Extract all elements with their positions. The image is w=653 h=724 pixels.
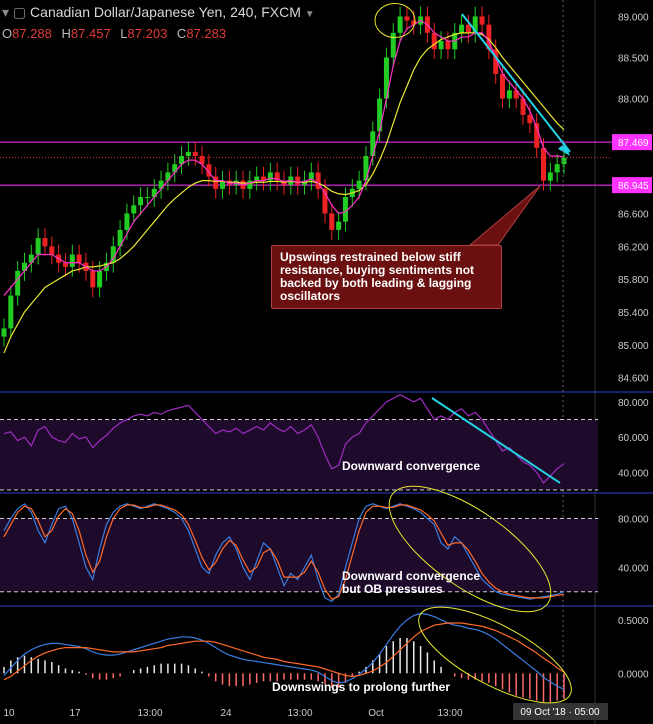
candle-body [356,180,362,189]
candle-body [363,156,369,181]
y-tick-label: 60.000 [618,433,649,444]
candle-body [370,131,376,156]
y-tick-label: 80.000 [618,514,649,525]
candle-body [506,90,512,99]
candle-body [97,270,103,288]
open-label: O [2,26,13,41]
candle-body [90,270,96,288]
stoch-annotation: Downward convergence but OB pressures [342,569,481,596]
y-tick-label: 85.400 [618,308,649,319]
price-chart-svg[interactable]: 89.000 88.500 88.000 87.469 86.945 86.600 86.2… [0,0,653,724]
y-tick-label: 85.000 [618,341,649,352]
candle-body [124,213,130,230]
candle-body [62,262,68,267]
low-value: 87.203 [127,26,168,41]
x-tick-label: 24 [220,708,232,719]
y-tick-label: 84.600 [618,374,649,385]
y-tick-label: 89.000 [618,12,649,23]
candle-body [8,295,14,329]
x-tick-label: 13:00 [437,708,462,719]
callout-pointer [468,185,541,246]
chart-title: ▾ ▢ Canadian Dollar/Japanese Yen, 240, F… [2,4,315,21]
open-value: 87.288 [12,26,52,41]
candle-body [185,151,191,156]
y-tick-label: 86.200 [618,242,649,253]
downtrend-arrow [461,13,571,153]
candle-body [42,238,48,247]
candle-body [254,176,260,181]
candle-body [554,164,560,173]
candle-body [15,270,21,296]
candle-body [144,197,150,199]
x-tick-label: Oct [368,708,384,719]
ohlc-readout: O87.288 H87.457 L87.203 C87.283 [2,26,232,41]
close-label: C [176,26,187,41]
x-tick-label: 13:00 [137,708,162,719]
low-label: L [120,26,128,41]
candle-body [431,32,437,50]
candle-body [390,32,396,58]
candle-body [35,238,41,255]
close-value: 87.283 [186,26,227,41]
x-tick-label: 17 [69,708,81,719]
resistance-annotation: Upswings restrained below stiff resistan… [271,245,502,309]
rsi-annotation: Downward convergence [342,459,481,473]
price-level-label: 87.469 [618,138,649,149]
candle-body [561,157,567,165]
candle-body [336,221,342,230]
candle-body [397,16,403,33]
stoch-band [0,518,598,592]
candle-body [445,41,451,50]
y-tick-label: 0.5000 [618,616,649,627]
high-value: 87.457 [70,26,111,41]
candle-body [76,254,82,263]
candle-body [404,16,410,21]
dropdown-icon[interactable]: ▼ [305,9,315,20]
y-tick-label: 88.500 [618,53,649,64]
macd-highlight-ellipse [418,606,572,704]
y-tick-label: 40.000 [618,563,649,574]
y-tick-label: 40.000 [618,468,649,479]
y-tick-label: 0.0000 [618,669,649,680]
layout-icon[interactable]: ▢ [13,4,26,20]
candle-body [541,147,547,181]
candle-body [1,328,7,337]
y-tick-label: 88.000 [618,95,649,106]
candle-body [192,151,198,156]
rsi-band [0,419,598,490]
candle-body [377,98,383,132]
symbol-title[interactable]: Canadian Dollar/Japanese Yen, 240, FXCM [30,4,301,20]
macd-annotation: Downswings to prolong further [272,680,450,694]
candle-body [479,16,485,25]
candle-body [138,197,144,206]
price-level-label: 86.945 [618,181,649,192]
candle-body [438,41,444,50]
high-label: H [61,26,71,41]
chevron-down-icon[interactable]: ▾ [2,4,9,20]
candle-body [131,205,137,214]
candle-body [500,73,506,99]
y-tick-label: 80.000 [618,398,649,409]
y-tick-label: 86.600 [618,209,649,220]
x-tick-label: 10 [3,708,15,719]
candle-body [459,24,465,33]
candle-body [547,172,553,181]
candle-body [49,246,55,255]
candle-body [69,254,75,267]
y-tick-label: 85.800 [618,275,649,286]
x-tick-label: 13:00 [287,708,312,719]
candle-body [295,176,301,185]
candle-body [329,213,335,230]
time-tag-label: 09 Oct '18 · 05:00 [520,707,600,718]
